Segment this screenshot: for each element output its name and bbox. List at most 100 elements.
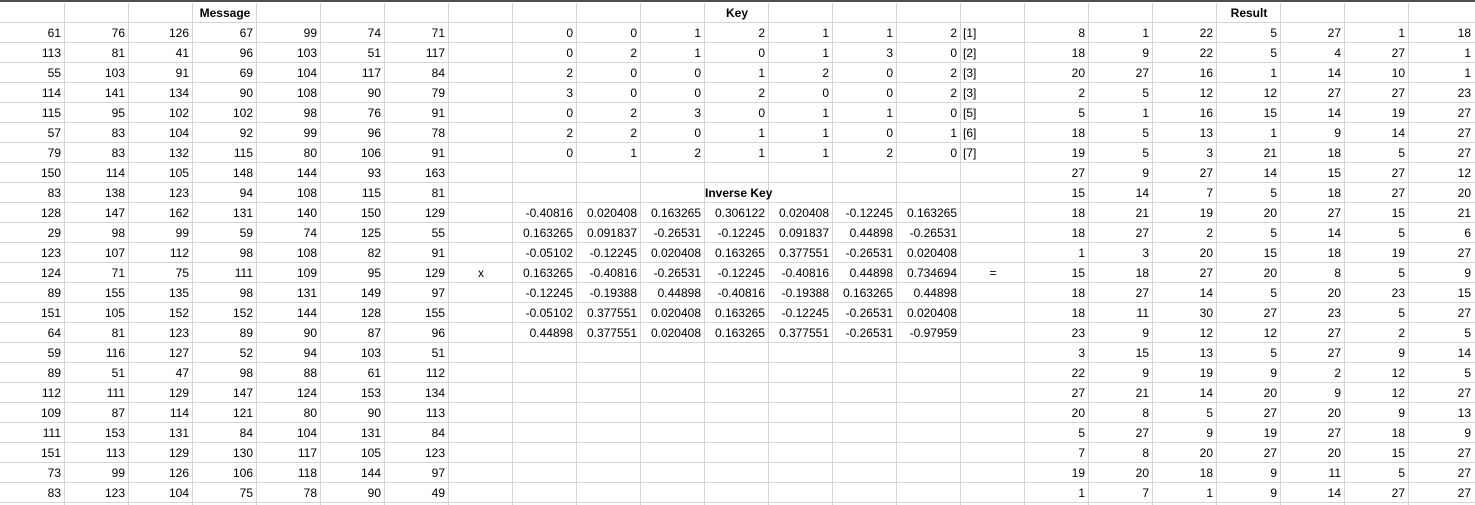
message-cell[interactable]: 41 bbox=[129, 43, 193, 63]
result-cell[interactable]: 27 bbox=[1281, 323, 1345, 343]
result-cell[interactable]: 27 bbox=[1089, 63, 1153, 83]
message-cell[interactable]: 115 bbox=[321, 183, 385, 203]
result-cell[interactable]: 11 bbox=[1089, 303, 1153, 323]
message-cell[interactable]: 113 bbox=[385, 403, 449, 423]
result-cell[interactable]: 27 bbox=[1345, 163, 1409, 183]
message-cell[interactable]: 69 bbox=[193, 63, 257, 83]
message-cell[interactable]: 123 bbox=[129, 323, 193, 343]
message-cell[interactable]: 96 bbox=[321, 123, 385, 143]
result-cell[interactable]: 27 bbox=[1345, 43, 1409, 63]
key-cell[interactable]: 2 bbox=[897, 63, 961, 83]
message-cell[interactable]: 129 bbox=[385, 263, 449, 283]
key-cell[interactable]: 1 bbox=[833, 23, 897, 43]
key-cell[interactable]: 0 bbox=[577, 23, 641, 43]
message-cell[interactable]: 152 bbox=[193, 303, 257, 323]
result-cell[interactable]: 9 bbox=[1345, 343, 1409, 363]
inverse-key-cell[interactable]: -0.12245 bbox=[513, 283, 577, 303]
result-cell[interactable]: 5 bbox=[1025, 423, 1089, 443]
message-cell[interactable]: 126 bbox=[129, 23, 193, 43]
result-cell[interactable]: 1 bbox=[1409, 63, 1475, 83]
result-cell[interactable]: 27 bbox=[1025, 163, 1089, 183]
message-cell[interactable]: 127 bbox=[129, 343, 193, 363]
message-cell[interactable]: 94 bbox=[257, 343, 321, 363]
inverse-key-cell[interactable]: 0.020408 bbox=[641, 323, 705, 343]
message-cell[interactable]: 55 bbox=[0, 63, 65, 83]
message-cell[interactable]: 115 bbox=[0, 103, 65, 123]
inverse-key-cell[interactable]: -0.12245 bbox=[769, 303, 833, 323]
key-cell[interactable]: 1 bbox=[577, 143, 641, 163]
result-cell[interactable]: 1 bbox=[1217, 63, 1281, 83]
message-cell[interactable]: 83 bbox=[0, 483, 65, 503]
inverse-key-cell[interactable]: 0.163265 bbox=[897, 203, 961, 223]
inverse-key-cell[interactable]: -0.40816 bbox=[769, 263, 833, 283]
key-cell[interactable]: 1 bbox=[769, 103, 833, 123]
result-cell[interactable]: 15 bbox=[1345, 203, 1409, 223]
result-cell[interactable]: 14 bbox=[1345, 123, 1409, 143]
result-cell[interactable]: 9 bbox=[1345, 403, 1409, 423]
result-cell[interactable]: 1 bbox=[1409, 43, 1475, 63]
message-cell[interactable]: 83 bbox=[65, 123, 129, 143]
message-cell[interactable]: 105 bbox=[65, 303, 129, 323]
inverse-key-cell[interactable]: -0.12245 bbox=[705, 223, 769, 243]
inverse-key-cell[interactable]: -0.26531 bbox=[641, 263, 705, 283]
result-cell[interactable]: 2 bbox=[1345, 323, 1409, 343]
result-cell[interactable]: 16 bbox=[1153, 63, 1217, 83]
result-cell[interactable]: 9 bbox=[1409, 263, 1475, 283]
message-cell[interactable]: 162 bbox=[129, 203, 193, 223]
key-cell[interactable]: 0 bbox=[641, 83, 705, 103]
message-cell[interactable]: 81 bbox=[65, 323, 129, 343]
result-cell[interactable]: 1 bbox=[1217, 123, 1281, 143]
message-cell[interactable]: 147 bbox=[193, 383, 257, 403]
message-cell[interactable]: 113 bbox=[65, 443, 129, 463]
result-cell[interactable]: 13 bbox=[1153, 123, 1217, 143]
message-cell[interactable]: 98 bbox=[193, 363, 257, 383]
result-cell[interactable]: 5 bbox=[1217, 23, 1281, 43]
result-cell[interactable]: 18 bbox=[1409, 23, 1475, 43]
message-cell[interactable]: 123 bbox=[385, 443, 449, 463]
key-tag-cell[interactable]: [7] bbox=[961, 143, 1025, 163]
message-cell[interactable]: 108 bbox=[257, 183, 321, 203]
result-cell[interactable]: 27 bbox=[1281, 83, 1345, 103]
message-cell[interactable]: 78 bbox=[257, 483, 321, 503]
result-cell[interactable]: 5 bbox=[1217, 283, 1281, 303]
result-cell[interactable]: 27 bbox=[1409, 243, 1475, 263]
message-cell[interactable]: 123 bbox=[0, 243, 65, 263]
inverse-key-cell[interactable]: -0.26531 bbox=[833, 243, 897, 263]
result-cell[interactable]: 5 bbox=[1409, 323, 1475, 343]
result-cell[interactable]: 23 bbox=[1409, 83, 1475, 103]
result-cell[interactable]: 5 bbox=[1217, 343, 1281, 363]
key-tag-cell[interactable]: [3] bbox=[961, 83, 1025, 103]
message-cell[interactable]: 144 bbox=[321, 463, 385, 483]
message-cell[interactable]: 98 bbox=[193, 283, 257, 303]
result-cell[interactable]: 20 bbox=[1025, 63, 1089, 83]
result-cell[interactable]: 5 bbox=[1089, 83, 1153, 103]
message-cell[interactable]: 103 bbox=[65, 63, 129, 83]
message-cell[interactable]: 151 bbox=[0, 303, 65, 323]
message-cell[interactable]: 61 bbox=[321, 363, 385, 383]
message-cell[interactable]: 113 bbox=[0, 43, 65, 63]
key-cell[interactable]: 1 bbox=[705, 123, 769, 143]
inverse-key-cell[interactable]: 0.163265 bbox=[513, 223, 577, 243]
inverse-key-cell[interactable]: -0.05102 bbox=[513, 243, 577, 263]
result-cell[interactable]: 20 bbox=[1281, 443, 1345, 463]
result-cell[interactable]: 27 bbox=[1153, 163, 1217, 183]
message-cell[interactable]: 74 bbox=[321, 23, 385, 43]
result-cell[interactable]: 5 bbox=[1153, 403, 1217, 423]
key-cell[interactable]: 0 bbox=[513, 103, 577, 123]
message-cell[interactable]: 108 bbox=[257, 83, 321, 103]
result-cell[interactable]: 12 bbox=[1217, 83, 1281, 103]
result-cell[interactable]: 21 bbox=[1089, 203, 1153, 223]
message-cell[interactable]: 132 bbox=[129, 143, 193, 163]
inverse-key-cell[interactable]: 0.020408 bbox=[577, 203, 641, 223]
result-cell[interactable]: 11 bbox=[1281, 463, 1345, 483]
result-cell[interactable]: 2 bbox=[1281, 363, 1345, 383]
message-cell[interactable]: 124 bbox=[0, 263, 65, 283]
result-cell[interactable]: 15 bbox=[1217, 103, 1281, 123]
message-cell[interactable]: 109 bbox=[257, 263, 321, 283]
inverse-key-cell[interactable]: -0.40816 bbox=[705, 283, 769, 303]
inverse-key-cell[interactable]: 0.091837 bbox=[577, 223, 641, 243]
message-cell[interactable]: 117 bbox=[321, 63, 385, 83]
message-cell[interactable]: 150 bbox=[321, 203, 385, 223]
message-cell[interactable]: 57 bbox=[0, 123, 65, 143]
result-cell[interactable]: 22 bbox=[1153, 23, 1217, 43]
